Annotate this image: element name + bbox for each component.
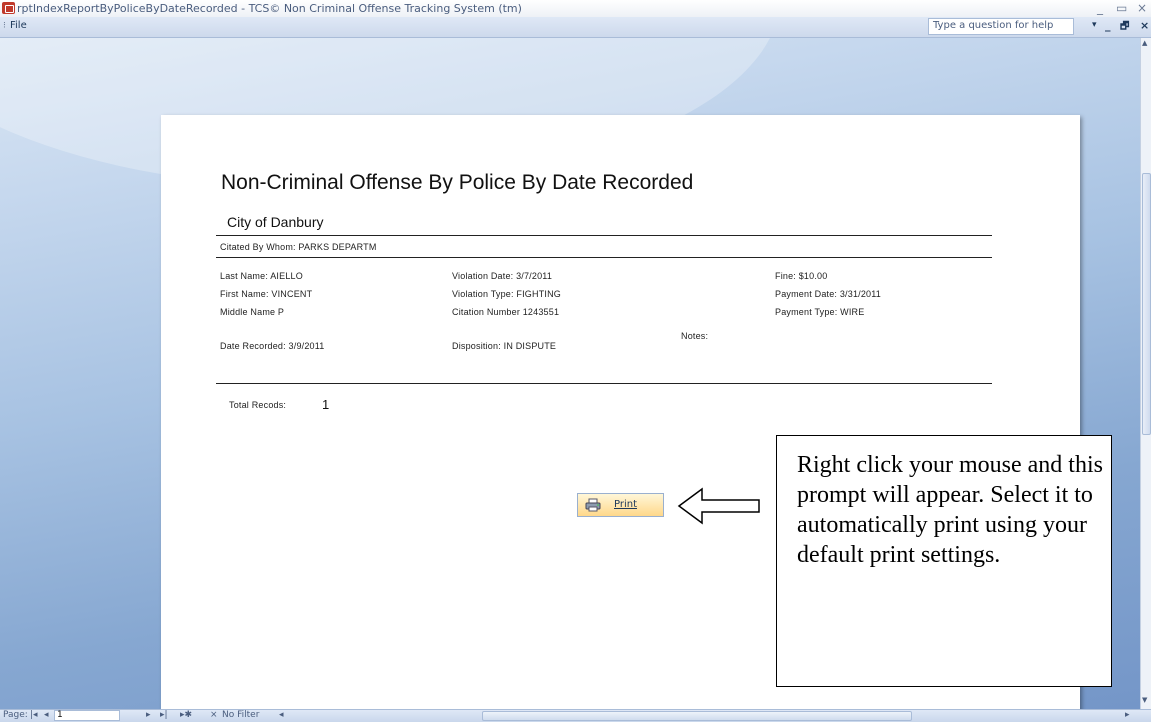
divider-line [216,257,992,258]
access-app-icon[interactable] [2,2,15,14]
vertical-scrollbar[interactable]: ▲ ▼ [1140,38,1151,709]
new-record-icon[interactable]: ▸✱ [180,710,192,720]
last-page-icon[interactable]: ▸| [160,710,168,720]
payment-date-field: Payment Date: 3/31/2011 [775,289,881,299]
next-page-icon[interactable]: ▸ [146,710,151,720]
help-search-input[interactable]: Type a question for help [928,18,1074,35]
instruction-callout: Right click your mouse and this prompt w… [776,435,1112,687]
page-label: Page: [3,710,28,720]
doc-close-button[interactable]: × [1140,19,1149,32]
restore-button[interactable]: ▭ [1116,1,1127,15]
filter-icon: ⨯ [210,710,218,720]
date-recorded-field: Date Recorded: 3/9/2011 [220,341,325,351]
close-button[interactable]: × [1137,1,1147,15]
page-number-input[interactable]: 1 [54,710,120,721]
doc-restore-button[interactable]: 🗗 [1120,19,1129,36]
printer-icon [585,498,601,512]
disposition-field: Disposition: IN DISPUTE [452,341,557,351]
divider-line [216,235,992,236]
minimize-button[interactable]: _ [1097,1,1103,15]
violation-type-field: Violation Type: FIGHTING [452,289,562,299]
print-label: Print [614,499,638,510]
prev-page-icon[interactable]: ◂ [44,710,49,720]
scroll-down-icon[interactable]: ▼ [1142,696,1147,704]
payment-type-field: Payment Type: WIRE [775,307,865,317]
middle-name-field: Middle Name P [220,307,285,317]
scroll-left-icon[interactable]: ◂ [279,710,284,720]
first-page-icon[interactable]: |◂ [30,710,38,720]
notes-field: Notes: [681,331,709,341]
menu-file[interactable]: File [10,20,27,31]
window-title-bar: rptIndexReportByPoliceByDateRecorded - T… [0,0,1151,17]
scroll-right-icon[interactable]: ▸ [1125,710,1130,720]
filter-status-button[interactable]: No Filter [222,710,259,720]
citation-number-field: Citation Number 1243551 [452,307,560,317]
pointer-arrow [677,487,760,525]
report-title: Non-Criminal Offense By Police By Date R… [221,171,694,194]
total-records-label: Total Recods: [229,400,287,410]
record-navigation-bar: Page: |◂ ◂ 1 ▸ ▸| ▸✱ ⨯ No Filter ◂ ▸ [0,709,1151,722]
total-records-value: 1 [322,397,330,412]
help-dropdown-icon[interactable]: ▾ [1092,20,1097,30]
window-title: rptIndexReportByPoliceByDateRecorded - T… [17,2,522,15]
report-subtitle: City of Danbury [227,214,324,230]
scroll-up-icon[interactable]: ▲ [1142,39,1147,47]
fine-field: Fine: $10.00 [775,271,828,281]
menu-bar: ⁝ File Type a question for help ▾ _ 🗗 × [0,17,1151,38]
horizontal-scroll-thumb[interactable] [482,711,912,721]
menu-grip-icon[interactable]: ⁝ [3,21,6,31]
last-name-field: Last Name: AIELLO [220,271,303,281]
violation-date-field: Violation Date: 3/7/2011 [452,271,553,281]
cited-by-field: Citated By Whom: PARKS DEPARTM [220,242,377,252]
first-name-field: First Name: VINCENT [220,289,313,299]
print-button[interactable]: Print [577,493,664,517]
vertical-scroll-thumb[interactable] [1142,173,1151,435]
divider-line [216,383,992,384]
doc-minimize-button[interactable]: _ [1105,19,1111,32]
